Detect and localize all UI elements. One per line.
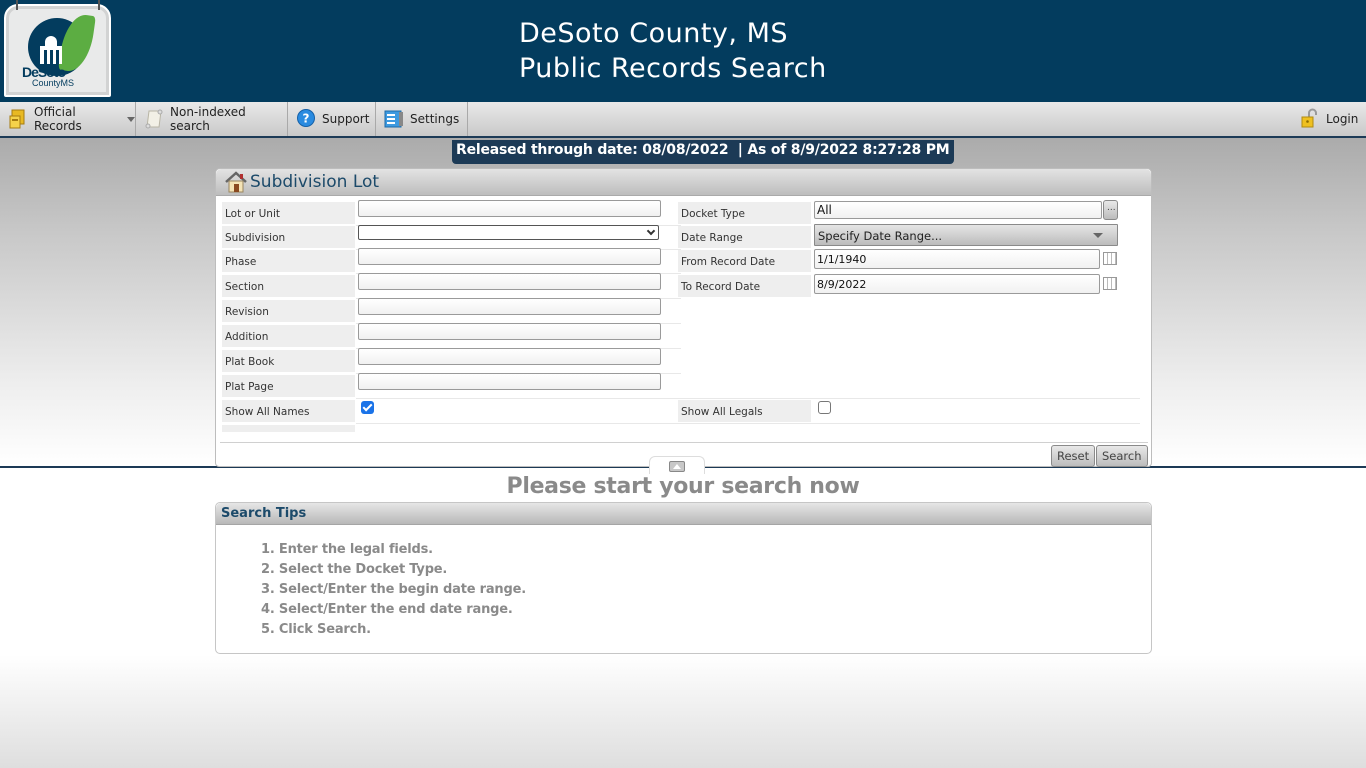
logo-chain bbox=[16, 0, 18, 10]
dropdown-arrow-icon bbox=[1093, 233, 1103, 238]
row-divider bbox=[356, 423, 1140, 424]
scroll-icon bbox=[144, 108, 164, 130]
label-to-record-date: To Record Date bbox=[678, 275, 811, 297]
docket-type-browse-button[interactable]: ... bbox=[1103, 200, 1118, 220]
settings-icon bbox=[384, 108, 404, 130]
start-search-message: Please start your search now bbox=[506, 474, 860, 499]
plat-page-input[interactable] bbox=[358, 373, 661, 390]
label-show-all-names: Show All Names bbox=[222, 400, 355, 422]
menu-label: Non-indexed search bbox=[170, 105, 246, 133]
title-line-1: DeSoto County, MS bbox=[519, 18, 789, 49]
revision-input[interactable] bbox=[358, 298, 661, 315]
menu-settings[interactable]: Settings bbox=[376, 102, 468, 136]
menu-official-records[interactable]: Official Records bbox=[0, 102, 136, 136]
courthouse-icon bbox=[40, 36, 62, 64]
from-record-date-input[interactable] bbox=[814, 249, 1100, 269]
menu-bar: Official Records Non-indexed search ? Su… bbox=[0, 102, 1366, 138]
tip-item: 4. Select/Enter the end date range. bbox=[261, 602, 513, 617]
phase-input[interactable] bbox=[358, 248, 661, 265]
tip-item: 1. Enter the legal fields. bbox=[261, 542, 433, 557]
label-lot-or-unit: Lot or Unit bbox=[222, 202, 355, 224]
label-date-range: Date Range bbox=[678, 226, 811, 248]
empty-label-cell bbox=[222, 425, 355, 432]
title-line-2: Public Records Search bbox=[519, 53, 827, 84]
label-section: Section bbox=[222, 275, 355, 297]
page-title: DeSoto County, MS Public Records Search bbox=[519, 16, 827, 86]
panel-title: Subdivision Lot bbox=[250, 172, 380, 192]
label-subdivision: Subdivision bbox=[222, 226, 355, 248]
help-icon: ? bbox=[296, 108, 316, 130]
tip-item: 5. Click Search. bbox=[261, 622, 371, 637]
calendar-icon[interactable] bbox=[1103, 252, 1117, 265]
house-icon bbox=[224, 171, 248, 193]
records-folder-icon bbox=[8, 108, 28, 130]
logo-chain bbox=[98, 0, 100, 10]
to-record-date-input[interactable] bbox=[814, 274, 1100, 294]
show-all-names-checkbox[interactable] bbox=[361, 401, 374, 414]
show-all-legals-checkbox[interactable] bbox=[818, 401, 831, 414]
tip-item: 3. Select/Enter the begin date range. bbox=[261, 582, 526, 597]
subdivision-select[interactable] bbox=[358, 225, 659, 240]
chevron-up-icon bbox=[669, 461, 685, 472]
menu-label: Settings bbox=[410, 112, 460, 126]
plat-book-input[interactable] bbox=[358, 348, 661, 365]
date-range-dropdown[interactable]: Specify Date Range... bbox=[814, 224, 1118, 246]
label-show-all-legals: Show All Legals bbox=[678, 400, 811, 422]
label-addition: Addition bbox=[222, 325, 355, 347]
date-range-value: Specify Date Range... bbox=[818, 229, 943, 243]
row-divider bbox=[356, 398, 1140, 399]
site-header: DeSoto CountyMS DeSoto County, MS Public… bbox=[0, 0, 1366, 102]
svg-text:?: ? bbox=[303, 112, 310, 126]
chevron-down-icon bbox=[127, 116, 135, 122]
label-plat-page: Plat Page bbox=[222, 375, 355, 397]
panel-header: Subdivision Lot bbox=[216, 169, 1151, 196]
release-date-banner: Released through date: 08/08/2022 | As o… bbox=[452, 140, 954, 164]
menu-non-indexed-search[interactable]: Non-indexed search bbox=[136, 102, 288, 136]
menu-label: Support bbox=[322, 112, 370, 126]
section-input[interactable] bbox=[358, 273, 661, 290]
lot-or-unit-input[interactable] bbox=[358, 200, 661, 217]
desoto-county-logo[interactable]: DeSoto CountyMS bbox=[4, 0, 111, 97]
logo-subtext: CountyMS bbox=[32, 78, 75, 88]
label-docket-type: Docket Type bbox=[678, 202, 811, 224]
chevron-down-icon bbox=[646, 226, 656, 236]
subdivision-lot-panel: Subdivision Lot Lot or Unit Subdivision … bbox=[215, 168, 1152, 467]
docket-type-input[interactable] bbox=[814, 201, 1102, 219]
menu-support[interactable]: ? Support bbox=[288, 102, 376, 136]
search-tips-panel: Search Tips 1. Enter the legal fields. 2… bbox=[215, 502, 1152, 654]
login-label: Login bbox=[1326, 112, 1359, 126]
panel-footer-divider bbox=[220, 442, 1148, 443]
reset-button[interactable]: Reset bbox=[1051, 445, 1096, 467]
search-tips-list: 1. Enter the legal fields. 2. Select the… bbox=[261, 542, 526, 642]
padlock-icon bbox=[1300, 108, 1320, 130]
search-button[interactable]: Search bbox=[1096, 445, 1148, 467]
menu-label: Official Records bbox=[34, 105, 82, 133]
addition-input[interactable] bbox=[358, 323, 661, 340]
label-from-record-date: From Record Date bbox=[678, 250, 811, 272]
label-plat-book: Plat Book bbox=[222, 350, 355, 372]
label-revision: Revision bbox=[222, 300, 355, 322]
login-button[interactable]: Login bbox=[1292, 102, 1366, 136]
collapse-panel-toggle[interactable] bbox=[649, 456, 705, 474]
search-tips-title: Search Tips bbox=[216, 503, 1151, 525]
tip-item: 2. Select the Docket Type. bbox=[261, 562, 448, 577]
calendar-icon[interactable] bbox=[1103, 277, 1117, 290]
label-phase: Phase bbox=[222, 250, 355, 272]
